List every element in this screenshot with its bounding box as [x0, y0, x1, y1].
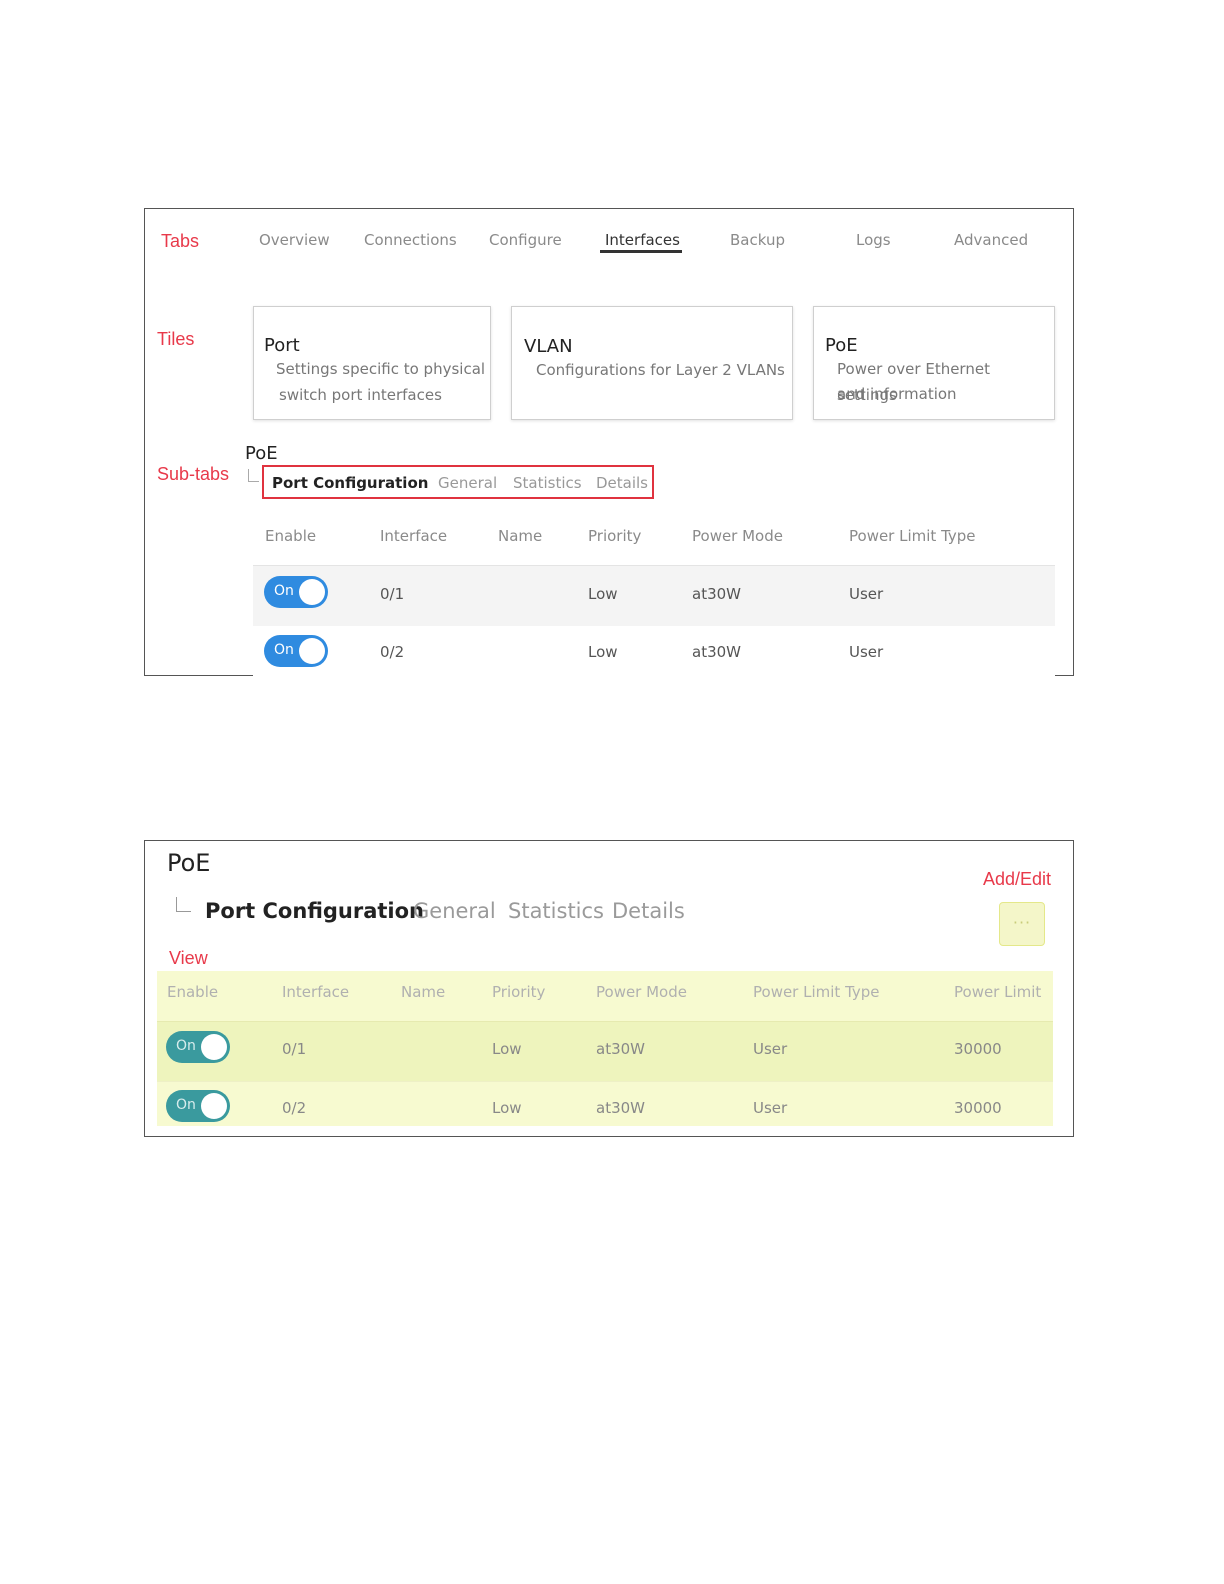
tab-overview[interactable]: Overview — [259, 231, 330, 249]
enable-toggle[interactable]: On — [166, 1090, 230, 1122]
cell-power-mode: at30W — [692, 585, 741, 603]
main-tab-bar: Overview Connections Configure Interface… — [145, 209, 1075, 269]
annotation-subtabs: Sub-tabs — [157, 464, 230, 484]
cell-priority: Low — [588, 643, 618, 661]
tab-connections[interactable]: Connections — [364, 231, 457, 249]
subtab-details[interactable]: Details — [612, 899, 685, 923]
more-actions-button[interactable]: ··· — [999, 902, 1045, 946]
toggle-label: On — [274, 642, 294, 658]
tile-title: Port — [264, 335, 300, 356]
active-tab-indicator — [600, 250, 682, 253]
figure-interfaces-overview: Tabs Tiles Sub-tabs Overview Connections… — [144, 208, 1074, 676]
subtab-statistics[interactable]: Statistics — [513, 474, 582, 492]
column-header-enable: Enable — [265, 527, 317, 545]
annotation-add-edit: Add/Edit — [983, 869, 1052, 889]
tile-title: PoE — [825, 335, 858, 356]
tile-port[interactable]: Port Settings specific to physical switc… — [253, 306, 491, 420]
subtab-bar: Port Configuration General Statistics De… — [262, 465, 654, 499]
cell-power-mode: at30W — [692, 643, 741, 661]
poe-table: Enable Interface Name Priority Power Mod… — [157, 971, 1053, 1126]
subtab-port-configuration[interactable]: Port Configuration — [205, 899, 424, 923]
tree-connector-icon — [248, 469, 259, 482]
cell-power-limit-type: User — [849, 643, 884, 661]
toggle-knob — [201, 1034, 227, 1060]
cell-interface: 0/2 — [380, 643, 405, 661]
toggle-label: On — [274, 583, 294, 599]
tile-vlan[interactable]: VLAN Configurations for Layer 2 VLANs — [511, 306, 793, 420]
section-title-poe: PoE — [245, 443, 278, 464]
column-header-power-mode: Power Mode — [692, 527, 783, 545]
column-header-enable: Enable — [167, 983, 219, 1001]
column-header-name: Name — [498, 527, 543, 545]
table-row[interactable]: On 0/2 Low at30W User — [253, 626, 1055, 676]
tile-title: VLAN — [524, 336, 573, 357]
tile-description: switch port interfaces — [279, 386, 442, 404]
cell-power-limit: 30000 — [954, 1099, 1002, 1117]
subtab-general[interactable]: General — [413, 899, 496, 923]
cell-power-mode: at30W — [596, 1099, 645, 1117]
poe-table: Enable Interface Name Priority Power Mod… — [145, 509, 1075, 677]
page-title: PoE — [167, 849, 211, 877]
cell-power-mode: at30W — [596, 1040, 645, 1058]
toggle-knob — [299, 579, 325, 605]
cell-interface: 0/1 — [380, 585, 405, 603]
toggle-label: On — [176, 1038, 196, 1054]
tab-advanced[interactable]: Advanced — [954, 231, 1028, 249]
cell-power-limit-type: User — [753, 1099, 788, 1117]
subtab-general[interactable]: General — [438, 474, 497, 492]
annotation-tiles: Tiles — [157, 329, 195, 349]
toggle-knob — [201, 1093, 227, 1119]
table-header-row: Enable Interface Name Priority Power Mod… — [157, 971, 1053, 1021]
table-row[interactable]: On 0/1 Low at30W User 30000 — [157, 1021, 1053, 1082]
enable-toggle[interactable]: On — [264, 635, 328, 667]
tile-description: and information — [837, 385, 957, 403]
cell-power-limit: 30000 — [954, 1040, 1002, 1058]
enable-toggle[interactable]: On — [166, 1031, 230, 1063]
cell-priority: Low — [492, 1040, 522, 1058]
cell-power-limit-type: User — [753, 1040, 788, 1058]
tab-configure[interactable]: Configure — [489, 231, 562, 249]
subtab-statistics[interactable]: Statistics — [508, 899, 604, 923]
column-header-priority: Priority — [588, 527, 642, 545]
tab-backup[interactable]: Backup — [730, 231, 785, 249]
cell-priority: Low — [492, 1099, 522, 1117]
column-header-power-limit-type: Power Limit Type — [849, 527, 976, 545]
column-header-interface: Interface — [282, 983, 350, 1001]
column-header-power-limit: Power Limit — [954, 983, 1042, 1001]
annotation-view: View — [169, 948, 208, 968]
cell-interface: 0/1 — [282, 1040, 307, 1058]
tree-connector-icon — [176, 897, 191, 912]
cell-priority: Low — [588, 585, 618, 603]
figure-poe-port-configuration: PoE Port Configuration General Statistic… — [144, 840, 1074, 1137]
column-header-power-mode: Power Mode — [596, 983, 687, 1001]
table-row[interactable]: On 0/2 Low at30W User 30000 — [157, 1081, 1053, 1127]
cell-power-limit-type: User — [849, 585, 884, 603]
tile-description: Configurations for Layer 2 VLANs — [536, 361, 785, 379]
table-row[interactable]: On 0/1 Low at30W User — [253, 565, 1055, 627]
tile-poe[interactable]: PoE Power over Ethernet settings and inf… — [813, 306, 1055, 420]
subtab-port-configuration[interactable]: Port Configuration — [272, 474, 428, 492]
subtab-details[interactable]: Details — [596, 474, 648, 492]
toggle-label: On — [176, 1097, 196, 1113]
ellipsis-icon: ··· — [1012, 913, 1032, 932]
column-header-interface: Interface — [380, 527, 448, 545]
column-header-priority: Priority — [492, 983, 546, 1001]
cell-interface: 0/2 — [282, 1099, 307, 1117]
enable-toggle[interactable]: On — [264, 576, 328, 608]
tab-logs[interactable]: Logs — [856, 231, 891, 249]
column-header-power-limit-type: Power Limit Type — [753, 983, 880, 1001]
toggle-knob — [299, 638, 325, 664]
tab-interfaces[interactable]: Interfaces — [605, 231, 680, 249]
tile-description: Settings specific to physical — [276, 360, 486, 378]
column-header-name: Name — [401, 983, 446, 1001]
